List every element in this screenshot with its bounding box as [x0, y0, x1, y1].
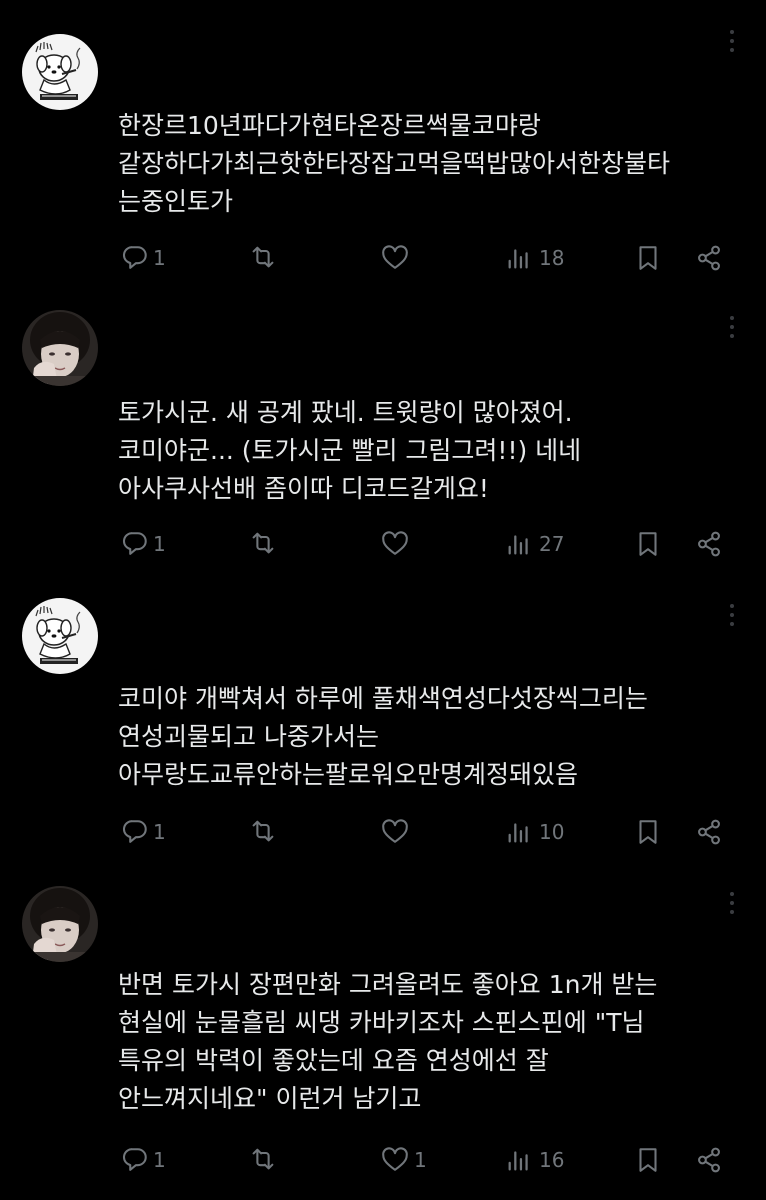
heart-icon: [382, 819, 408, 843]
share-button[interactable]: [694, 1140, 724, 1180]
bookmark-icon: [639, 532, 657, 556]
views-count: 10: [539, 820, 565, 844]
views-button[interactable]: 16: [505, 1140, 564, 1180]
bookmark-button[interactable]: [633, 812, 663, 852]
repost-button[interactable]: [248, 1140, 282, 1180]
bookmark-icon: [639, 1148, 657, 1172]
views-button[interactable]: 27: [505, 524, 564, 564]
post-text: 한장르10년파다가현타온장르썩물코먀랑 같장하다가최근핫한타장잡고먹을떡밥많아서…: [118, 111, 671, 216]
views-icon: [508, 535, 528, 555]
heart-icon: [382, 1147, 408, 1171]
post-actions: 1 10: [0, 812, 766, 852]
reply-button[interactable]: 1: [119, 812, 166, 852]
like-button[interactable]: [380, 238, 414, 278]
views-count: 18: [539, 246, 565, 270]
post-actions: 1 18: [0, 238, 766, 278]
share-icon: [698, 819, 720, 845]
more-options-icon[interactable]: [728, 316, 736, 342]
reply-count: 1: [153, 820, 166, 844]
heart-icon: [382, 531, 408, 555]
like-button[interactable]: [380, 812, 414, 852]
repost-icon: [252, 820, 274, 842]
share-icon: [698, 245, 720, 271]
reply-icon: [122, 246, 147, 269]
avatar[interactable]: [22, 886, 98, 962]
views-button[interactable]: 18: [505, 238, 564, 278]
more-options-icon[interactable]: [728, 30, 736, 56]
repost-icon: [252, 246, 274, 268]
post-text: 코미야 개빡쳐서 하루에 풀채색연성다섯장씩그리는 연성괴물되고 나중가서는 아…: [118, 684, 648, 789]
views-icon: [508, 1151, 528, 1171]
avatar[interactable]: [22, 34, 98, 110]
share-icon: [698, 531, 720, 557]
views-icon: [508, 823, 528, 843]
bookmark-button[interactable]: [633, 524, 663, 564]
reply-count: 1: [153, 532, 166, 556]
views-count: 16: [539, 1148, 565, 1172]
repost-icon: [252, 1148, 274, 1170]
post-text: 반면 토가시 장편만화 그려올려도 좋아요 1n개 받는 현실에 눈물흘림 씨댕…: [118, 970, 658, 1113]
share-icon: [698, 1147, 720, 1173]
bookmark-icon: [639, 246, 657, 270]
more-options-icon[interactable]: [728, 892, 736, 918]
reply-button[interactable]: 1: [119, 524, 166, 564]
reply-count: 1: [153, 1148, 166, 1172]
reply-icon: [122, 820, 147, 843]
share-button[interactable]: [694, 812, 724, 852]
reply-button[interactable]: 1: [119, 238, 166, 278]
repost-button[interactable]: [248, 812, 282, 852]
repost-button[interactable]: [248, 524, 282, 564]
post-actions: 1 1 16: [0, 1140, 766, 1180]
post-text: 토가시군. 새 공계 팠네. 트윗량이 많아졌어. 코미야군... (토가시군 …: [118, 398, 582, 503]
avatar[interactable]: [22, 598, 98, 674]
repost-icon: [252, 532, 274, 554]
reply-count: 1: [153, 246, 166, 270]
reply-button[interactable]: 1: [119, 1140, 166, 1180]
more-options-icon[interactable]: [728, 604, 736, 630]
share-button[interactable]: [694, 238, 724, 278]
views-icon: [508, 249, 528, 269]
reply-icon: [122, 1148, 147, 1171]
views-button[interactable]: 10: [505, 812, 564, 852]
repost-button[interactable]: [248, 238, 282, 278]
like-count: 1: [414, 1148, 427, 1172]
post-actions: 1 27: [0, 524, 766, 564]
views-count: 27: [539, 532, 565, 556]
reply-icon: [122, 532, 147, 555]
like-button[interactable]: 1: [380, 1140, 427, 1180]
bookmark-button[interactable]: [633, 1140, 663, 1180]
like-button[interactable]: [380, 524, 414, 564]
avatar[interactable]: [22, 310, 98, 386]
bookmark-button[interactable]: [633, 238, 663, 278]
bookmark-icon: [639, 820, 657, 844]
heart-icon: [382, 245, 408, 269]
share-button[interactable]: [694, 524, 724, 564]
